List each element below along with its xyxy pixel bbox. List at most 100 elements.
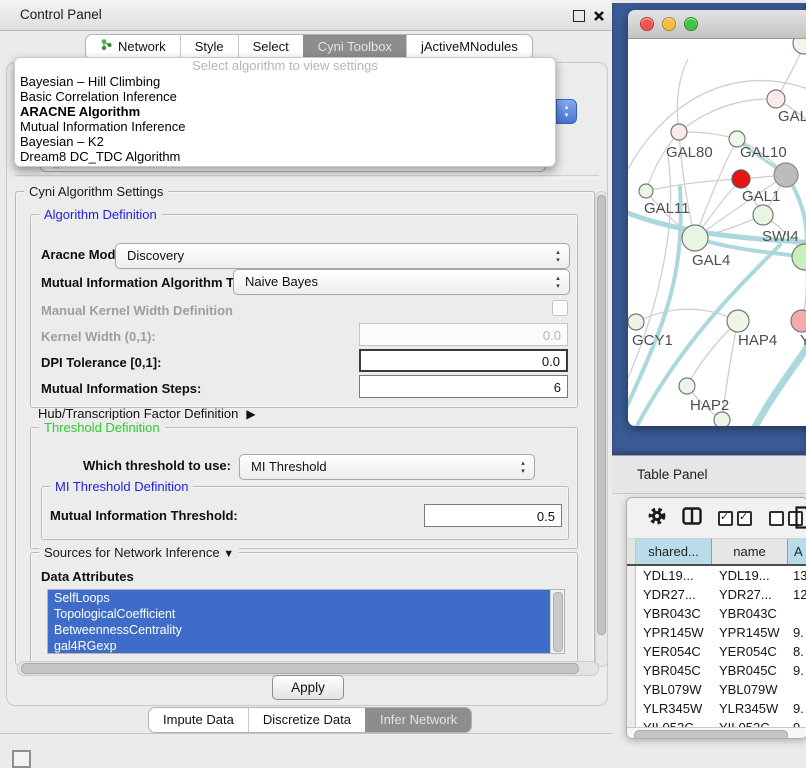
chevron-down-icon: ▼ xyxy=(223,548,234,560)
gear-icon[interactable] xyxy=(647,506,667,531)
apply-button[interactable]: Apply xyxy=(272,675,344,700)
table-panel-title: Table Panel xyxy=(637,456,708,493)
table-row[interactable]: YBR043CYBR043C xyxy=(627,604,806,623)
table-cell: YBR043C xyxy=(712,604,788,623)
table-row[interactable]: YDR27...YDR27...12 xyxy=(627,585,806,604)
algorithm-option[interactable]: Mutual Information Inference xyxy=(15,119,555,134)
settings-scrollbar[interactable] xyxy=(595,191,608,667)
scrollbar-thumb[interactable] xyxy=(634,730,788,739)
table-row[interactable]: YPR145WYPR145W9. xyxy=(627,623,806,642)
network-node[interactable] xyxy=(732,170,750,188)
column-header-shared[interactable]: shared... xyxy=(636,539,712,564)
kernel-width-field[interactable]: 0.0 xyxy=(359,323,568,346)
network-node[interactable] xyxy=(671,124,687,140)
network-node[interactable] xyxy=(714,412,730,426)
aracne-mode-select[interactable]: Discovery ▴▾ xyxy=(115,243,570,269)
network-node[interactable] xyxy=(679,378,695,394)
network-node[interactable] xyxy=(793,39,806,54)
table-cell: 9. xyxy=(788,718,806,727)
mi-steps-field[interactable]: 6 xyxy=(359,375,568,398)
threshold-definition-group: Threshold Definition Which threshold to … xyxy=(30,427,578,549)
algorithm-option[interactable]: Bayesian – Hill Climbing xyxy=(15,74,555,89)
table-body: YDL19...YDL19...13YDR27...YDR27...12YBR0… xyxy=(627,566,806,727)
network-node[interactable] xyxy=(639,184,653,198)
table-hscrollbar[interactable] xyxy=(627,727,806,739)
document-icon[interactable] xyxy=(795,506,806,535)
network-node[interactable] xyxy=(774,163,798,187)
settings-hscrollbar[interactable] xyxy=(17,661,599,676)
table-row[interactable]: YLR345WYLR345W9. xyxy=(627,699,806,718)
data-attributes-list[interactable]: SelfLoopsTopologicalCoefficientBetweenne… xyxy=(47,589,565,654)
tab-jactivemnodules[interactable]: jActiveMNodules xyxy=(406,35,532,59)
table-row[interactable]: YER054CYER054C8. xyxy=(627,642,806,661)
algorithm-option[interactable]: ARACNE Algorithm xyxy=(15,104,555,119)
split-columns-icon[interactable] xyxy=(682,507,702,530)
group-title: Cyni Algorithm Settings xyxy=(24,184,168,199)
tab-select[interactable]: Select xyxy=(238,35,303,59)
table-cell: YBL079W xyxy=(636,680,712,699)
table-cell: 9. xyxy=(788,661,806,680)
group-title: Algorithm Definition xyxy=(39,207,162,222)
stepper-arrows-icon[interactable]: ▴▾ xyxy=(552,272,564,292)
network-node[interactable] xyxy=(753,205,773,225)
scrollbar-thumb[interactable] xyxy=(597,195,606,635)
tab-style[interactable]: Style xyxy=(180,35,238,59)
mi-threshold-field[interactable]: 0.5 xyxy=(424,504,562,527)
hub-factor-expander[interactable]: Hub/Transcription Factor Definition▶ xyxy=(38,406,256,421)
list-scrollbar[interactable] xyxy=(550,590,564,653)
network-node[interactable] xyxy=(682,225,708,251)
algorithm-option[interactable]: Dream8 DC_TDC Algorithm xyxy=(15,149,555,164)
node-label: GAL10 xyxy=(740,144,787,161)
sources-expander[interactable]: Sources for Network Inference ▼ xyxy=(39,545,239,560)
close-button[interactable] xyxy=(640,17,654,31)
table-row[interactable]: YBL079WYBL079W xyxy=(627,680,806,699)
tab-discretize-data[interactable]: Discretize Data xyxy=(248,708,365,732)
network-node[interactable] xyxy=(791,310,806,332)
network-node[interactable] xyxy=(727,310,749,332)
scrollbar-thumb[interactable] xyxy=(553,592,563,652)
close-icon[interactable] xyxy=(593,9,605,21)
which-threshold-select[interactable]: MI Threshold ▴▾ xyxy=(239,454,535,480)
overview-toggle-icon[interactable] xyxy=(12,750,31,768)
table-cell: 9. xyxy=(788,699,806,718)
dropdown-placeholder: Select algorithm to view settings xyxy=(15,58,555,74)
network-node[interactable] xyxy=(792,244,806,270)
tab-impute-data[interactable]: Impute Data xyxy=(149,708,248,732)
minimize-button[interactable] xyxy=(662,17,676,31)
table-cell: YLR345W xyxy=(712,699,788,718)
scrollbar-thumb[interactable] xyxy=(21,663,579,674)
attribute-item[interactable]: BetweennessCentrality xyxy=(48,622,564,638)
table-cell: 12 xyxy=(788,585,806,604)
table-cell: YLR345W xyxy=(636,699,712,718)
dpi-tolerance-field[interactable]: 0.0 xyxy=(359,349,568,372)
float-window-icon[interactable] xyxy=(573,10,585,22)
network-node[interactable] xyxy=(767,90,785,108)
tab-infer-network[interactable]: Infer Network xyxy=(365,708,471,732)
stepper-arrows-icon[interactable]: ▴▾ xyxy=(517,457,529,477)
stepper-arrows-icon[interactable]: ▴▾ xyxy=(552,246,564,266)
tab-network[interactable]: Network xyxy=(86,35,180,59)
hidden-combo-stepper-icon[interactable]: ▴▾ xyxy=(556,99,577,124)
zoom-button[interactable] xyxy=(684,17,698,31)
tab-cyni-toolbox[interactable]: Cyni Toolbox xyxy=(303,35,406,59)
table-row[interactable]: YIL052CYIL052C9. xyxy=(627,718,806,727)
algorithm-dropdown[interactable]: Select algorithm to view settings Bayesi… xyxy=(14,57,556,167)
attribute-item[interactable]: SelfLoops xyxy=(48,590,564,606)
network-node[interactable] xyxy=(628,314,644,330)
algorithm-option[interactable]: Bayesian – K2 xyxy=(15,134,555,149)
algorithm-option[interactable]: Basic Correlation Inference xyxy=(15,89,555,104)
column-header-a[interactable]: A xyxy=(788,539,806,564)
column-header-name[interactable]: name xyxy=(712,539,788,564)
attribute-item[interactable]: TopologicalCoefficient xyxy=(48,606,564,622)
checked-boxes-icon[interactable] xyxy=(718,511,752,526)
table-row[interactable]: YDL19...YDL19...13 xyxy=(627,566,806,585)
dpi-tolerance-label: DPI Tolerance [0,1]: xyxy=(41,353,161,373)
network-canvas[interactable]: GALGAL80GAL10GAL1GAL11GAL4SWI4GCY1HAP4YH… xyxy=(628,39,806,426)
mi-algorithm-type-select[interactable]: Naive Bayes ▴▾ xyxy=(233,269,570,295)
attribute-item[interactable]: gal4RGexp xyxy=(48,638,564,654)
table-cell: YBR043C xyxy=(636,604,712,623)
table-row[interactable]: YBR045CYBR045C9. xyxy=(627,661,806,680)
network-window[interactable]: GALGAL80GAL10GAL1GAL11GAL4SWI4GCY1HAP4YH… xyxy=(628,10,806,426)
mi-steps-label: Mutual Information Steps: xyxy=(41,379,201,399)
manual-kernel-checkbox[interactable] xyxy=(552,300,568,316)
